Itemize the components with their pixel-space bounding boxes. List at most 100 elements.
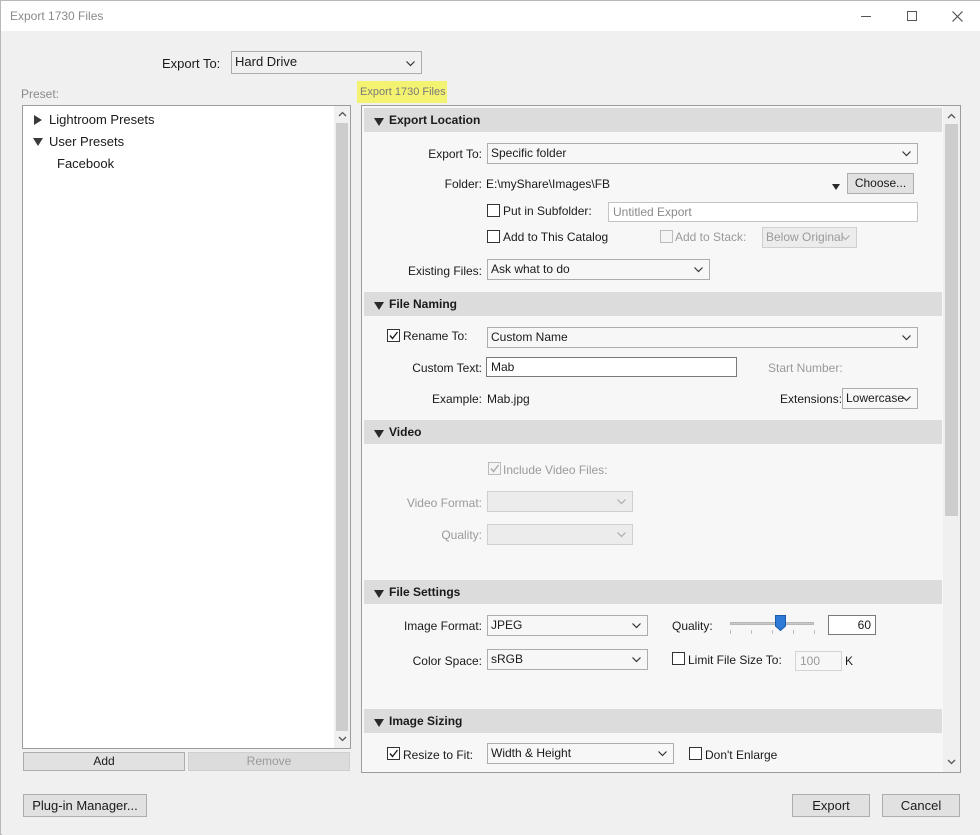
subfolder-checkbox[interactable] — [487, 204, 500, 217]
add-to-stack-checkbox[interactable] — [660, 230, 673, 243]
export-count-header: Export 1730 Files — [357, 81, 447, 103]
export-button[interactable]: Export — [792, 794, 870, 817]
plugin-manager-button[interactable]: Plug-in Manager... — [23, 794, 147, 817]
extensions-dropdown[interactable]: Lowercase — [842, 388, 918, 409]
section-title: Image Sizing — [389, 714, 463, 728]
minimize-icon[interactable] — [851, 5, 881, 27]
window-title: Export 1730 Files — [10, 9, 104, 23]
video-format-label: Video Format: — [406, 496, 482, 510]
maximize-icon[interactable] — [897, 5, 927, 27]
slider-thumb[interactable] — [774, 615, 786, 632]
preset-scroll-thumb[interactable] — [336, 123, 348, 731]
chevron-down-icon — [405, 58, 416, 69]
color-space-dropdown[interactable]: sRGB — [487, 649, 648, 670]
export-location-dropdown[interactable]: Specific folder — [487, 143, 918, 164]
triangle-right-icon[interactable] — [33, 114, 43, 125]
chevron-down-icon — [901, 393, 912, 404]
settings-scrollbar[interactable] — [943, 106, 960, 772]
slider-track — [730, 622, 814, 625]
limit-file-size-label: Limit File Size To: — [688, 653, 782, 667]
triangle-down-icon — [374, 428, 384, 442]
top-export-to-label: Export To: — [162, 56, 221, 71]
export-to-dropdown[interactable]: Hard Drive — [231, 51, 422, 74]
scroll-up-icon[interactable] — [944, 109, 958, 123]
rename-checkbox[interactable] — [387, 329, 400, 342]
section-title: File Settings — [389, 585, 461, 599]
subfolder-label: Put in Subfolder: — [503, 204, 592, 218]
cancel-button[interactable]: Cancel — [882, 794, 960, 817]
section-title: Video — [389, 425, 422, 439]
scroll-down-icon[interactable] — [944, 755, 958, 769]
scroll-up-icon[interactable] — [335, 107, 349, 121]
triangle-down-icon — [374, 116, 384, 130]
section-title: Export Location — [389, 113, 481, 127]
custom-text-label: Custom Text: — [412, 361, 482, 375]
chevron-down-icon — [693, 264, 704, 275]
color-space-label: Color Space: — [412, 654, 482, 668]
quality-slider[interactable] — [728, 613, 818, 637]
example-label: Example: — [431, 392, 482, 406]
resize-to-fit-label: Resize to Fit: — [403, 748, 474, 762]
video-quality-dropdown[interactable] — [487, 524, 633, 545]
export-count-text: Export 1730 Files — [360, 86, 446, 98]
resize-mode-dropdown[interactable]: Width & Height — [487, 743, 674, 764]
subfolder-input[interactable]: Untitled Export — [608, 202, 918, 222]
close-icon[interactable] — [942, 5, 972, 27]
preset-scrollbar[interactable] — [334, 106, 350, 748]
preset-label: Preset: — [21, 87, 60, 101]
section-export-location[interactable]: Export Location — [364, 108, 942, 132]
tree-item-user-presets[interactable]: User Presets — [49, 134, 124, 149]
section-file-naming[interactable]: File Naming — [364, 292, 942, 316]
tree-item-facebook[interactable]: Facebook — [57, 156, 114, 171]
rename-template-value: Custom Name — [491, 330, 568, 344]
resize-to-fit-checkbox[interactable] — [387, 747, 400, 760]
slider-tick — [730, 630, 731, 634]
resize-mode-value: Width & Height — [491, 746, 572, 760]
folder-label: Folder: — [444, 177, 482, 191]
rename-template-dropdown[interactable]: Custom Name — [487, 327, 918, 348]
video-format-dropdown[interactable] — [487, 491, 633, 512]
triangle-down-icon — [374, 588, 384, 602]
slider-tick — [793, 630, 794, 634]
image-format-dropdown[interactable]: JPEG — [487, 615, 648, 636]
existing-files-dropdown[interactable]: Ask what to do — [487, 259, 710, 280]
stack-position-value: Below Original — [766, 230, 844, 244]
settings-panel: Export Location Export To: Specific fold… — [361, 105, 961, 773]
section-image-sizing[interactable]: Image Sizing — [364, 709, 942, 733]
chevron-down-icon — [901, 148, 912, 159]
title-bar: Export 1730 Files — [1, 1, 980, 31]
folder-history-icon[interactable] — [832, 179, 841, 193]
section-video[interactable]: Video — [364, 420, 942, 444]
limit-file-size-input[interactable]: 100 — [795, 651, 842, 671]
scroll-down-icon[interactable] — [335, 732, 349, 746]
chevron-down-icon — [901, 332, 912, 343]
color-space-value: sRGB — [491, 652, 524, 666]
chevron-down-icon — [631, 620, 642, 631]
tree-item-lightroom-presets[interactable]: Lightroom Presets — [49, 112, 155, 127]
add-to-catalog-checkbox[interactable] — [487, 230, 500, 243]
slider-tick — [751, 630, 752, 634]
quality-input[interactable]: 60 — [828, 615, 876, 635]
chevron-down-icon — [840, 232, 851, 243]
image-format-value: JPEG — [491, 618, 523, 632]
include-video-checkbox[interactable] — [488, 462, 501, 475]
section-file-settings[interactable]: File Settings — [364, 580, 942, 604]
rename-label: Rename To: — [403, 329, 468, 343]
quality-label: Quality: — [672, 619, 713, 633]
slider-tick — [772, 630, 773, 634]
settings-scroll-thumb[interactable] — [945, 124, 958, 516]
custom-text-input[interactable]: Mab — [486, 357, 737, 377]
stack-position-dropdown[interactable]: Below Original — [762, 227, 857, 248]
limit-unit-label: K — [845, 654, 854, 668]
triangle-down-icon — [374, 300, 384, 314]
remove-preset-button[interactable]: Remove — [188, 752, 350, 771]
existing-files-label: Existing Files: — [407, 264, 482, 278]
triangle-down-icon[interactable] — [33, 136, 43, 146]
preset-tree: Lightroom Presets User Presets Facebook — [22, 105, 351, 749]
choose-folder-button[interactable]: Choose... — [847, 173, 914, 194]
limit-file-size-checkbox[interactable] — [672, 652, 685, 665]
dont-enlarge-checkbox[interactable] — [689, 747, 702, 760]
add-preset-button[interactable]: Add — [23, 752, 185, 771]
add-to-catalog-label: Add to This Catalog — [503, 230, 609, 244]
chevron-down-icon — [631, 654, 642, 665]
